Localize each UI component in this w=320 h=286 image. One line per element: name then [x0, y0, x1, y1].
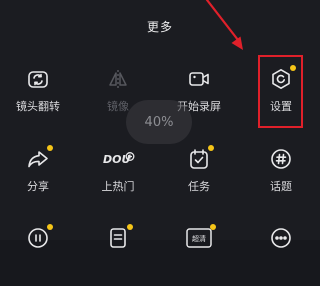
task-calendar-icon [187, 145, 214, 171]
list-doc-badge [127, 224, 133, 230]
tasks-label: 任务 [188, 180, 210, 193]
topic-label: 话题 [270, 180, 292, 193]
screen-tile-icon: 超清 [185, 224, 216, 250]
progress-overlay: 40% [126, 100, 192, 144]
tasks-badge [208, 145, 214, 151]
pause-button[interactable] [6, 224, 70, 286]
pause-circle-icon [26, 224, 53, 250]
quality-text: 超清 [192, 234, 206, 243]
camera-flip-label: 镜头翻转 [16, 100, 60, 113]
panel-title: 更多 [146, 20, 173, 34]
share-badge [47, 145, 53, 151]
share-label: 分享 [27, 180, 49, 193]
dou-plus-label: 上热门 [101, 180, 135, 193]
pause-badge [47, 224, 53, 230]
list-doc-button[interactable] [86, 224, 150, 286]
topic-button[interactable]: 话题 [249, 147, 313, 207]
share-button[interactable]: 分享 [6, 145, 70, 207]
more-dots-icon [269, 226, 293, 250]
camera-flip-icon [26, 67, 50, 91]
tasks-button[interactable]: 任务 [167, 145, 231, 207]
dou-plus-button[interactable]: DOU 上热门 [86, 147, 150, 207]
dou-plus-icon: DOU [101, 147, 135, 171]
highlight-box [258, 55, 303, 128]
quality-button[interactable]: 超清 [167, 224, 231, 286]
quality-badge [210, 224, 216, 230]
list-doc-icon [106, 224, 133, 250]
screen-record-icon [187, 67, 211, 91]
share-arrow-icon [26, 145, 53, 171]
more-button[interactable] [249, 226, 313, 286]
hashtag-icon [269, 147, 293, 171]
more-panel: 更多 镜头翻转 镜像 开始录屏 设置 分享 DOU 上热门 任务 话题 超清 4… [0, 0, 320, 248]
mirror-icon [106, 67, 130, 91]
camera-flip-button[interactable]: 镜头翻转 [6, 67, 70, 127]
